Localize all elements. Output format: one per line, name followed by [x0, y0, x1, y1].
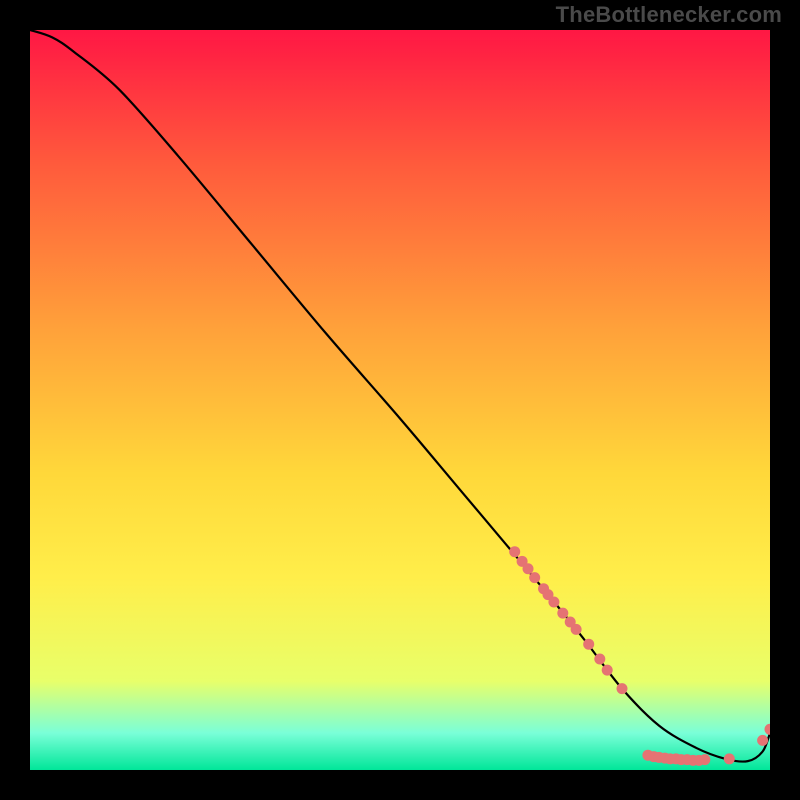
chart-svg: [30, 30, 770, 770]
data-point: [583, 639, 594, 650]
plot-area: [30, 30, 770, 770]
data-point: [757, 735, 768, 746]
data-point: [557, 608, 568, 619]
data-point: [594, 654, 605, 665]
data-point: [548, 597, 559, 608]
data-point: [529, 572, 540, 583]
data-point: [571, 624, 582, 635]
data-point: [602, 665, 613, 676]
data-point: [617, 683, 628, 694]
gradient-background: [30, 30, 770, 770]
data-point: [724, 753, 735, 764]
data-point: [509, 546, 520, 557]
chart-frame: TheBottlenecker.com: [0, 0, 800, 800]
data-point: [699, 754, 710, 765]
watermark-text: TheBottlenecker.com: [556, 2, 782, 28]
data-point: [523, 563, 534, 574]
